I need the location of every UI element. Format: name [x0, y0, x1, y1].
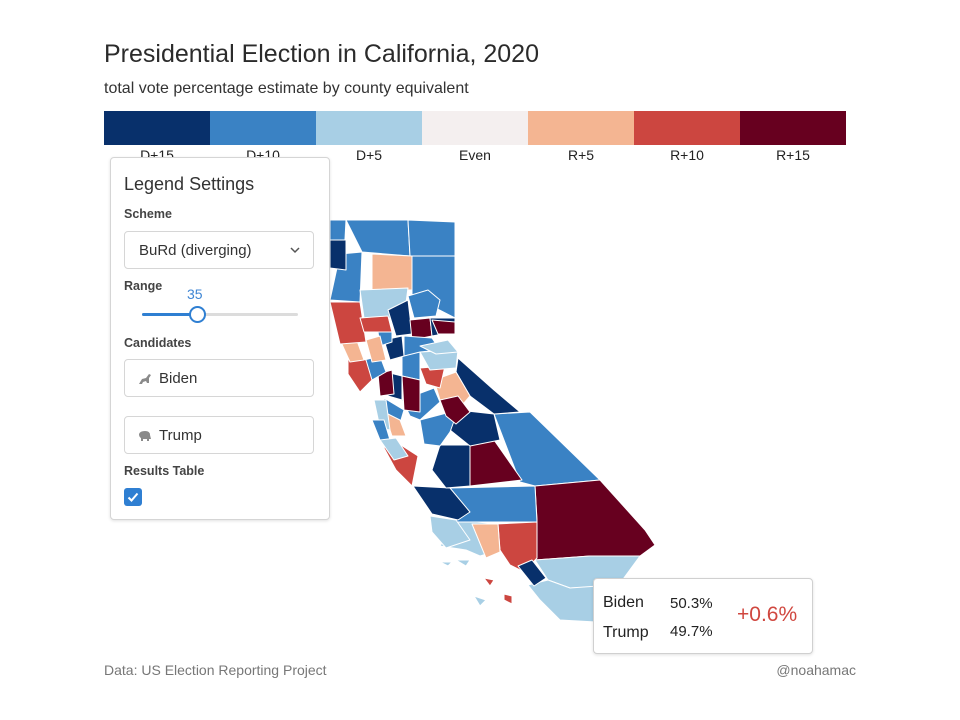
county[interactable] [329, 301, 367, 345]
panel-title: Legend Settings [124, 174, 255, 194]
range-value: 35 [187, 286, 203, 302]
county[interactable] [431, 444, 471, 489]
author-credit[interactable]: @noahamac [776, 662, 856, 678]
scheme-label: Scheme [124, 207, 172, 221]
county[interactable] [329, 239, 347, 271]
county[interactable] [371, 253, 413, 291]
results-table-checkbox[interactable] [124, 488, 142, 506]
scheme-select-value: BuRd (diverging) [139, 242, 252, 259]
island [483, 577, 495, 587]
elephant-icon [139, 431, 151, 441]
county[interactable] [345, 219, 411, 257]
tooltip-candidate-2: Trump [603, 624, 649, 641]
candidate-trump-name: Trump [159, 427, 202, 444]
county[interactable] [359, 315, 393, 333]
candidate-trump-field[interactable]: Trump [124, 416, 314, 454]
results-tooltip: Biden 50.3% Trump 49.7% +0.6% [593, 578, 813, 654]
tooltip-candidate-1: Biden [603, 594, 644, 611]
data-source: Data: US Election Reporting Project [104, 662, 327, 678]
island [439, 561, 453, 567]
range-label: Range [124, 279, 163, 293]
tooltip-margin: +0.6% [737, 603, 798, 626]
island [473, 595, 487, 607]
candidate-biden-name: Biden [159, 370, 198, 387]
island [503, 593, 513, 605]
tooltip-pct-1: 50.3% [670, 595, 713, 612]
candidates-label: Candidates [124, 336, 192, 350]
tooltip-pct-2: 49.7% [670, 623, 713, 640]
legend-settings-panel: Legend Settings Scheme BuRd (diverging) … [110, 157, 330, 520]
results-table-label: Results Table [124, 464, 205, 478]
county[interactable] [401, 375, 421, 413]
county[interactable] [527, 579, 599, 623]
checkmark-icon [127, 492, 139, 502]
candidate-biden-field[interactable]: Biden [124, 359, 314, 397]
scheme-select[interactable]: BuRd (diverging) [124, 231, 314, 269]
island [455, 559, 471, 567]
chevron-down-icon [290, 247, 300, 254]
county[interactable] [407, 219, 456, 257]
county[interactable] [534, 479, 656, 561]
range-slider-thumb[interactable] [189, 306, 206, 323]
donkey-icon [139, 374, 151, 384]
